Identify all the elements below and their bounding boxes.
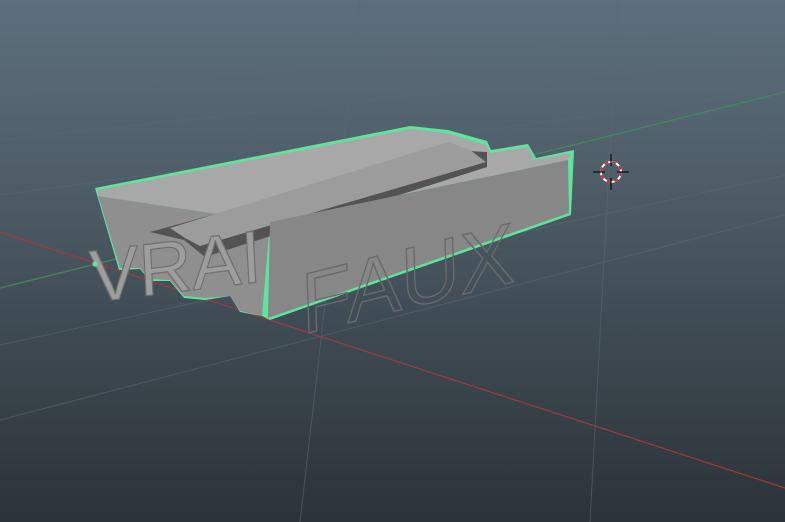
pivot-point[interactable] (92, 261, 98, 267)
viewport-scene[interactable]: VRAI FAUX (0, 0, 785, 522)
3d-cursor-icon[interactable] (593, 154, 629, 190)
3d-viewport[interactable]: VRAI FAUX (0, 0, 785, 522)
selected-model[interactable]: VRAI FAUX (87, 126, 574, 353)
